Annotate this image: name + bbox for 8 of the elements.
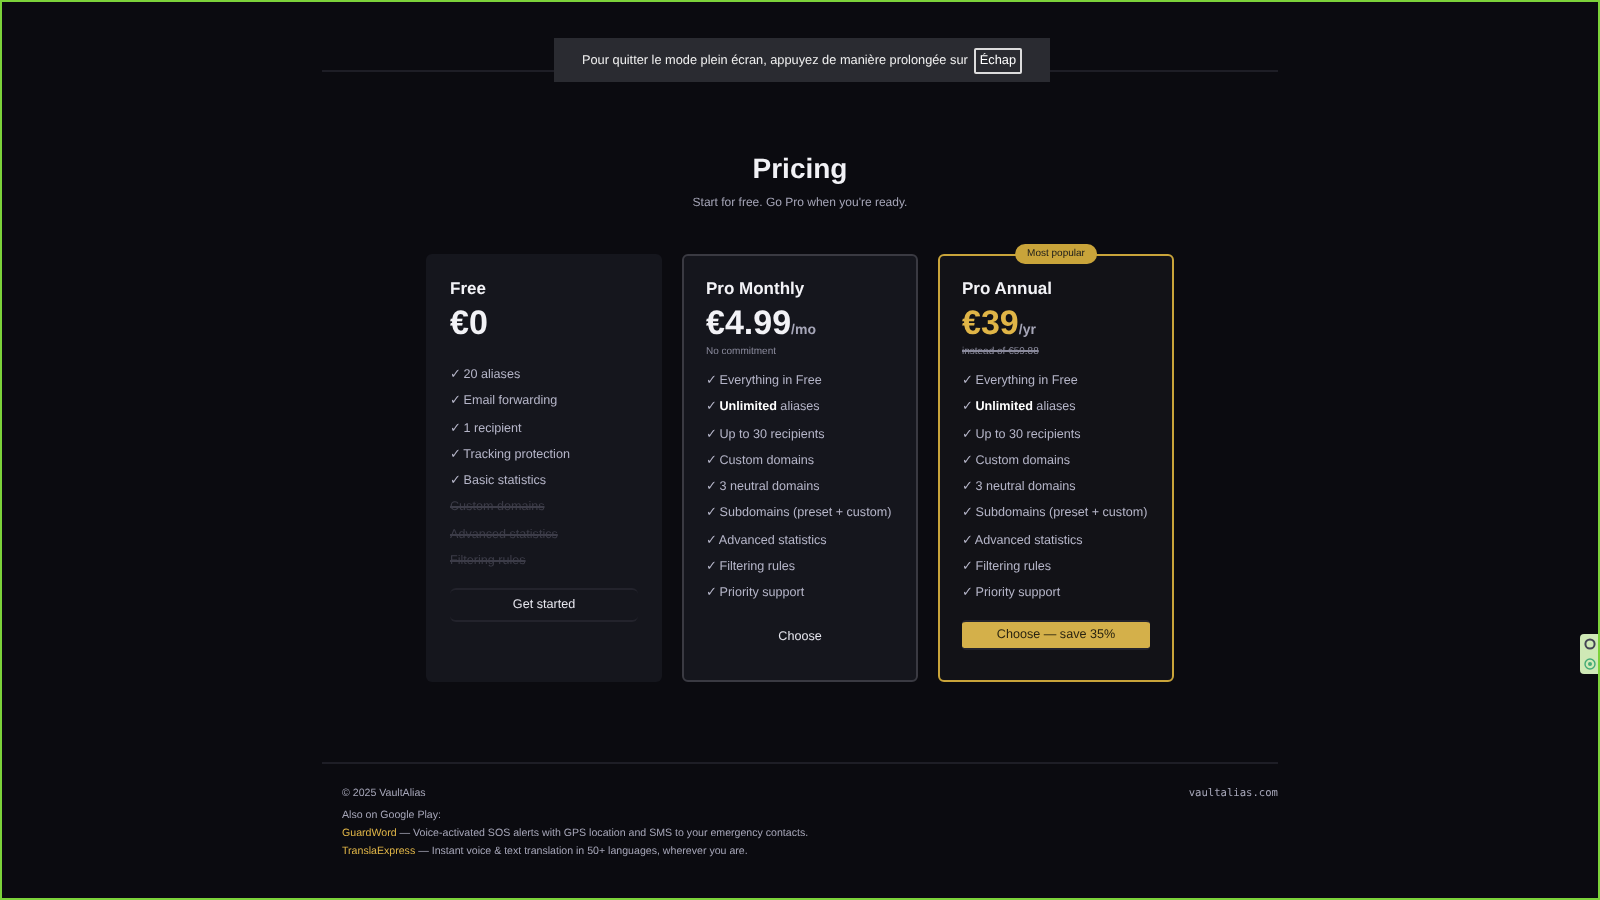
plan-price: €39: [962, 304, 1019, 344]
plan-name: Pro Monthly: [706, 278, 807, 298]
side-widget[interactable]: [1580, 634, 1598, 674]
plan-price: €4.99: [706, 304, 792, 344]
plan-price: €0: [450, 304, 488, 344]
page-title: Pricing: [752, 152, 848, 184]
plan-name: Free: [450, 278, 488, 298]
plan-name: Pro Annual: [962, 278, 1055, 298]
